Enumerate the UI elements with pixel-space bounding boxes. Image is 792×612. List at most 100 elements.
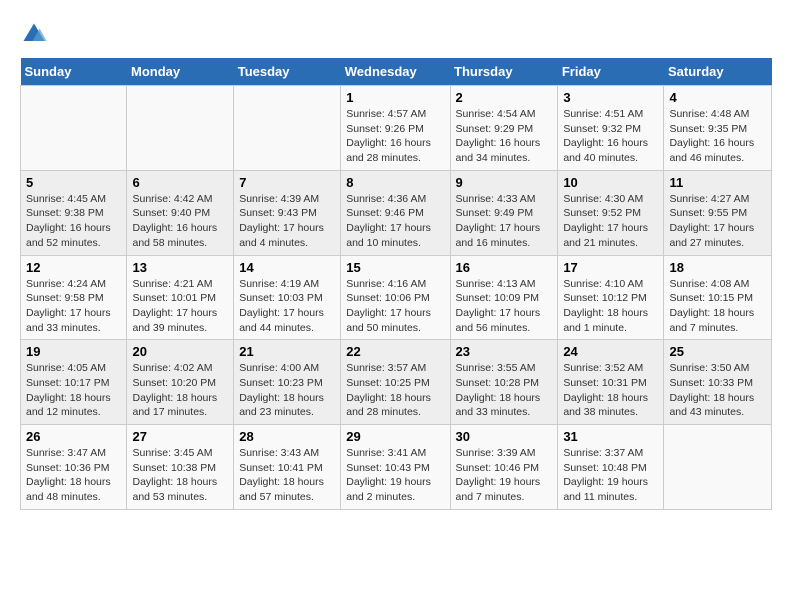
day-info: Sunrise: 4:33 AM Sunset: 9:49 PM Dayligh… — [456, 192, 553, 251]
day-number: 6 — [132, 175, 228, 190]
weekday-header-sunday: Sunday — [21, 58, 127, 86]
day-number: 9 — [456, 175, 553, 190]
logo — [20, 20, 52, 48]
day-info: Sunrise: 4:08 AM Sunset: 10:15 PM Daylig… — [669, 277, 766, 336]
calendar-cell — [234, 86, 341, 171]
calendar-cell: 29Sunrise: 3:41 AM Sunset: 10:43 PM Dayl… — [341, 425, 450, 510]
calendar-cell: 17 Sunrise: 4:10 AM Sunset: 10:12 PM Dayl… — [558, 255, 664, 340]
day-number: 30 — [456, 429, 553, 444]
day-info: Sunrise: 3:43 AM Sunset: 10:41 PM Daylig… — [239, 446, 335, 505]
calendar-cell: 15Sunrise: 4:16 AM Sunset: 10:06 PM Dayl… — [341, 255, 450, 340]
week-row-2: 12 Sunrise: 4:24 AM Sunset: 9:58 PM Dayli… — [21, 255, 772, 340]
day-info: Sunrise: 4:02 AM Sunset: 10:20 PM Daylig… — [132, 361, 228, 420]
day-info: Sunrise: 4:21 AM Sunset: 10:01 PM Daylig… — [132, 277, 228, 336]
calendar-cell: 14 Sunrise: 4:19 AM Sunset: 10:03 PM Dayl… — [234, 255, 341, 340]
weekday-header-tuesday: Tuesday — [234, 58, 341, 86]
day-info: Sunrise: 3:50 AM Sunset: 10:33 PM Daylig… — [669, 361, 766, 420]
day-number: 22 — [346, 344, 444, 359]
day-info: Sunrise: 4:42 AM Sunset: 9:40 PM Dayligh… — [132, 192, 228, 251]
day-info: Sunrise: 4:51 AM Sunset: 9:32 PM Dayligh… — [563, 107, 658, 166]
day-number: 18 — [669, 260, 766, 275]
day-number: 1 — [346, 90, 444, 105]
calendar-cell: 1 Sunrise: 4:57 AM Sunset: 9:26 PM Daylig… — [341, 86, 450, 171]
day-number: 28 — [239, 429, 335, 444]
calendar-cell: 13 Sunrise: 4:21 AM Sunset: 10:01 PM Dayl… — [127, 255, 234, 340]
calendar-cell — [664, 425, 772, 510]
day-number: 3 — [563, 90, 658, 105]
day-info: Sunrise: 3:45 AM Sunset: 10:38 PM Daylig… — [132, 446, 228, 505]
calendar-cell: 27Sunrise: 3:45 AM Sunset: 10:38 PM Dayl… — [127, 425, 234, 510]
calendar-cell: 10 Sunrise: 4:30 AM Sunset: 9:52 PM Dayli… — [558, 170, 664, 255]
day-info: Sunrise: 4:00 AM Sunset: 10:23 PM Daylig… — [239, 361, 335, 420]
weekday-header-wednesday: Wednesday — [341, 58, 450, 86]
calendar-cell: 26 Sunrise: 3:47 AM Sunset: 10:36 PM Dayl… — [21, 425, 127, 510]
day-info: Sunrise: 3:52 AM Sunset: 10:31 PM Daylig… — [563, 361, 658, 420]
calendar-cell: 8 Sunrise: 4:36 AM Sunset: 9:46 PM Daylig… — [341, 170, 450, 255]
day-number: 15 — [346, 260, 444, 275]
calendar-cell: 28 Sunrise: 3:43 AM Sunset: 10:41 PM Dayl… — [234, 425, 341, 510]
day-number: 29 — [346, 429, 444, 444]
day-number: 7 — [239, 175, 335, 190]
day-number: 20 — [132, 344, 228, 359]
day-number: 8 — [346, 175, 444, 190]
day-number: 4 — [669, 90, 766, 105]
logo-icon — [20, 20, 48, 48]
day-number: 31 — [563, 429, 658, 444]
day-number: 21 — [239, 344, 335, 359]
day-number: 26 — [26, 429, 121, 444]
day-number: 5 — [26, 175, 121, 190]
calendar-cell: 6 Sunrise: 4:42 AM Sunset: 9:40 PM Daylig… — [127, 170, 234, 255]
week-row-0: 1 Sunrise: 4:57 AM Sunset: 9:26 PM Daylig… — [21, 86, 772, 171]
week-row-1: 5 Sunrise: 4:45 AM Sunset: 9:38 PM Daylig… — [21, 170, 772, 255]
day-info: Sunrise: 4:39 AM Sunset: 9:43 PM Dayligh… — [239, 192, 335, 251]
calendar-cell: 23 Sunrise: 3:55 AM Sunset: 10:28 PM Dayl… — [450, 340, 558, 425]
day-info: Sunrise: 4:19 AM Sunset: 10:03 PM Daylig… — [239, 277, 335, 336]
week-row-4: 26 Sunrise: 3:47 AM Sunset: 10:36 PM Dayl… — [21, 425, 772, 510]
calendar-cell: 24Sunrise: 3:52 AM Sunset: 10:31 PM Dayl… — [558, 340, 664, 425]
calendar-table: SundayMondayTuesdayWednesdayThursdayFrid… — [20, 58, 772, 510]
calendar-cell: 4Sunrise: 4:48 AM Sunset: 9:35 PM Daylig… — [664, 86, 772, 171]
calendar-cell: 31 Sunrise: 3:37 AM Sunset: 10:48 PM Dayl… — [558, 425, 664, 510]
week-row-3: 19Sunrise: 4:05 AM Sunset: 10:17 PM Dayl… — [21, 340, 772, 425]
day-info: Sunrise: 3:47 AM Sunset: 10:36 PM Daylig… — [26, 446, 121, 505]
calendar-cell: 20 Sunrise: 4:02 AM Sunset: 10:20 PM Dayl… — [127, 340, 234, 425]
day-info: Sunrise: 4:24 AM Sunset: 9:58 PM Dayligh… — [26, 277, 121, 336]
calendar-page: SundayMondayTuesdayWednesdayThursdayFrid… — [0, 0, 792, 520]
day-info: Sunrise: 3:39 AM Sunset: 10:46 PM Daylig… — [456, 446, 553, 505]
day-number: 11 — [669, 175, 766, 190]
day-info: Sunrise: 3:37 AM Sunset: 10:48 PM Daylig… — [563, 446, 658, 505]
calendar-cell: 19Sunrise: 4:05 AM Sunset: 10:17 PM Dayl… — [21, 340, 127, 425]
weekday-header-saturday: Saturday — [664, 58, 772, 86]
calendar-cell: 7 Sunrise: 4:39 AM Sunset: 9:43 PM Daylig… — [234, 170, 341, 255]
day-number: 16 — [456, 260, 553, 275]
day-info: Sunrise: 4:27 AM Sunset: 9:55 PM Dayligh… — [669, 192, 766, 251]
weekday-header-friday: Friday — [558, 58, 664, 86]
day-number: 25 — [669, 344, 766, 359]
day-info: Sunrise: 4:45 AM Sunset: 9:38 PM Dayligh… — [26, 192, 121, 251]
calendar-header: SundayMondayTuesdayWednesdayThursdayFrid… — [21, 58, 772, 86]
day-info: Sunrise: 4:54 AM Sunset: 9:29 PM Dayligh… — [456, 107, 553, 166]
day-info: Sunrise: 4:10 AM Sunset: 10:12 PM Daylig… — [563, 277, 658, 336]
day-info: Sunrise: 4:30 AM Sunset: 9:52 PM Dayligh… — [563, 192, 658, 251]
day-number: 13 — [132, 260, 228, 275]
calendar-cell: 30 Sunrise: 3:39 AM Sunset: 10:46 PM Dayl… — [450, 425, 558, 510]
calendar-cell: 3 Sunrise: 4:51 AM Sunset: 9:32 PM Daylig… — [558, 86, 664, 171]
calendar-cell: 22Sunrise: 3:57 AM Sunset: 10:25 PM Dayl… — [341, 340, 450, 425]
header — [20, 20, 772, 48]
day-info: Sunrise: 4:13 AM Sunset: 10:09 PM Daylig… — [456, 277, 553, 336]
day-number: 10 — [563, 175, 658, 190]
day-number: 19 — [26, 344, 121, 359]
calendar-cell: 16 Sunrise: 4:13 AM Sunset: 10:09 PM Dayl… — [450, 255, 558, 340]
day-number: 12 — [26, 260, 121, 275]
calendar-cell: 18 Sunrise: 4:08 AM Sunset: 10:15 PM Dayl… — [664, 255, 772, 340]
calendar-cell: 9 Sunrise: 4:33 AM Sunset: 9:49 PM Daylig… — [450, 170, 558, 255]
day-number: 17 — [563, 260, 658, 275]
day-info: Sunrise: 3:55 AM Sunset: 10:28 PM Daylig… — [456, 361, 553, 420]
day-info: Sunrise: 4:57 AM Sunset: 9:26 PM Dayligh… — [346, 107, 444, 166]
calendar-cell — [21, 86, 127, 171]
calendar-cell: 2Sunrise: 4:54 AM Sunset: 9:29 PM Daylig… — [450, 86, 558, 171]
calendar-cell: 5 Sunrise: 4:45 AM Sunset: 9:38 PM Daylig… — [21, 170, 127, 255]
day-number: 14 — [239, 260, 335, 275]
day-info: Sunrise: 4:36 AM Sunset: 9:46 PM Dayligh… — [346, 192, 444, 251]
day-number: 23 — [456, 344, 553, 359]
